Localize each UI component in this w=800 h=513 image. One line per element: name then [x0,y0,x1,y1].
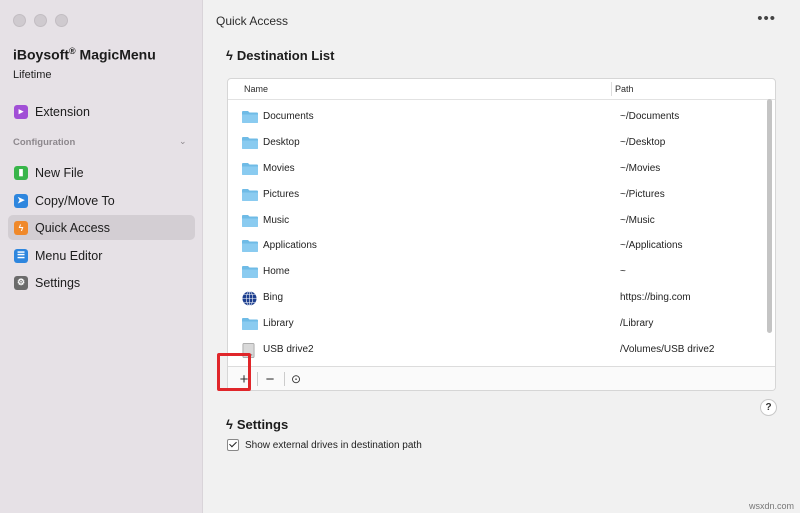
row-name: Library [263,318,294,330]
list-icon: ☰ [14,248,28,263]
bolt-icon: ϟ [14,220,28,235]
folder-icon [242,214,258,227]
table-body: Documents ~/Documents Desktop ~/Desktop Movi… [228,105,775,364]
row-name: USB drive2 [263,344,314,356]
toolbar-divider [284,372,285,386]
row-path: ~/Applications [620,240,683,252]
column-header-name[interactable]: Name [244,84,268,94]
globe-icon [242,291,258,307]
row-name: Home [263,266,290,278]
table-row[interactable]: Home ~ [228,260,775,286]
help-button[interactable]: ? [760,399,777,416]
folder-icon [242,162,258,175]
sidebar-item-quick-access[interactable]: ϟ Quick Access [8,215,195,240]
row-name: Pictures [263,188,300,200]
table-row[interactable]: Documents ~/Documents [228,105,775,131]
row-path: ~/Pictures [620,188,665,200]
zoom-window-button[interactable] [55,14,68,27]
folder-icon [242,239,258,253]
sidebar: iBoysoft® MagicMenu Lifetime ▸ Extension… [0,0,203,513]
app-window: iBoysoft® MagicMenu Lifetime ▸ Extension… [0,0,800,513]
folder-icon [242,110,258,123]
row-path: ~/Desktop [620,136,666,148]
sidebar-item-new-file[interactable]: ▮ New File [8,160,195,185]
watermark: wsxdn.com [748,501,794,511]
destination-table: Name Path Documents ~/Documents Desktop ~/D… [227,78,776,391]
sidebar-item-copy-move[interactable]: ➤ Copy/Move To [8,188,195,213]
row-name: Movies [263,162,295,174]
highlight-annotation [217,353,251,391]
row-name: Documents [263,111,314,122]
reveal-button[interactable]: ⊙ [287,369,305,389]
column-header-path[interactable]: Path [615,84,634,94]
table-row[interactable]: USB drive2/Volumes/USB drive2 [228,338,775,364]
remove-button[interactable]: − [260,369,280,389]
more-options-button[interactable]: ••• [757,10,776,27]
table-row[interactable]: Desktop ~/Desktop [228,131,775,157]
show-external-drives-checkbox[interactable] [227,439,239,451]
new-file-icon: ▮ [14,165,28,180]
show-external-drives-option[interactable]: Show external drives in destination path [227,439,422,451]
folder-icon [242,317,258,331]
settings-heading: ϟ Settings [226,417,289,432]
sidebar-item-extension[interactable]: ▸ Extension [8,99,195,124]
send-icon: ➤ [14,193,28,208]
table-row[interactable]: Pictures ~/Pictures [228,183,775,209]
chevron-down-icon[interactable]: ⌄ [179,136,187,147]
main-panel: Quick Access ••• ϟ Destination List Name… [203,0,800,513]
row-path: ~/Documents [620,111,680,122]
row-name: Desktop [263,136,300,148]
table-row[interactable]: Applications ~/Applications [228,234,775,260]
table-row[interactable]: Bing https://bing.com [228,286,775,312]
folder-icon [242,188,258,201]
bolt-icon: ϟ [226,48,233,63]
row-name: Bing [263,292,284,304]
table-row[interactable]: Movies ~/Movies [228,157,775,183]
sidebar-item-settings[interactable]: ⚙ Settings [8,270,195,295]
scrollbar[interactable] [767,99,772,333]
row-path: /Library [620,318,654,330]
bolt-icon: ϟ [226,417,233,432]
section-label-configuration: Configuration [13,137,76,148]
close-window-button[interactable] [13,14,26,27]
folder-icon [242,265,258,279]
license-label: Lifetime [13,69,52,81]
row-name: Applications [263,240,317,252]
table-toolbar: + − ⊙ [228,366,775,390]
row-path: /Volumes/USB drive2 [620,344,715,356]
destination-list-heading: ϟ Destination List [226,48,335,63]
table-header: Name Path [228,79,775,100]
gear-icon: ⚙ [14,275,28,290]
sidebar-item-menu-editor[interactable]: ☰ Menu Editor [8,243,195,268]
table-row[interactable]: Library/Library [228,312,775,338]
column-divider [611,82,612,96]
window-controls [13,14,68,27]
table-row[interactable]: Music ~/Music [228,209,775,235]
row-path: ~/Movies [620,162,661,174]
row-name: Music [263,214,290,226]
toolbar-divider [257,372,258,386]
page-title: Quick Access [216,14,289,28]
row-path: ~ [620,266,626,278]
app-title: iBoysoft® MagicMenu [13,46,156,63]
folder-icon [242,136,258,149]
minimize-window-button[interactable] [34,14,47,27]
row-path: https://bing.com [620,292,691,304]
extension-icon: ▸ [14,104,28,119]
row-path: ~/Music [620,214,655,226]
